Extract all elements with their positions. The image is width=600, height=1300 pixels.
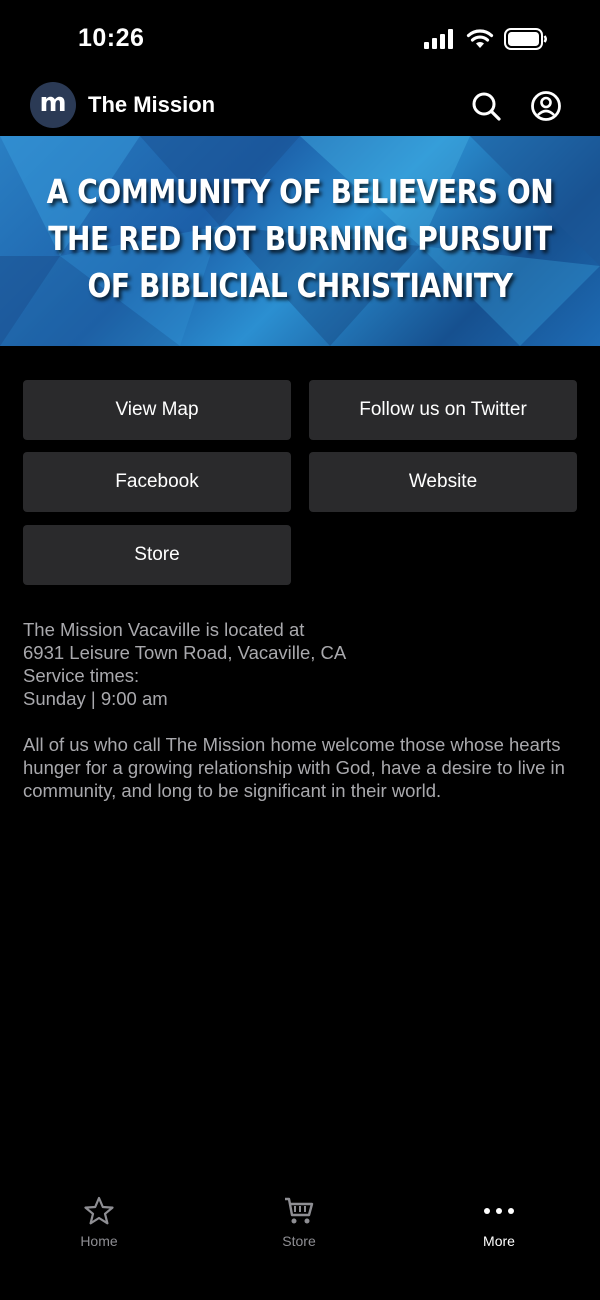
service-times-label: Service times: (23, 665, 140, 686)
app-header: m The Mission (0, 80, 600, 136)
service-time: Sunday | 9:00 am (23, 688, 168, 709)
status-time: 10:26 (78, 24, 145, 52)
profile-icon[interactable] (530, 90, 562, 122)
status-icons (424, 28, 548, 50)
banner-line-2: THE RED HOT BURNING PURSUIT (48, 219, 552, 258)
status-bar: 10:26 (0, 0, 600, 80)
app-title: The Mission (88, 92, 216, 117)
cart-icon (285, 1197, 314, 1224)
star-icon (84, 1196, 114, 1225)
signal-icon (424, 29, 453, 49)
twitter-button[interactable]: Follow us on Twitter (309, 380, 577, 440)
info-text: The Mission Vacaville is located at 6931… (23, 618, 583, 802)
location-intro: The Mission Vacaville is located at (23, 619, 305, 640)
store-button[interactable]: Store (23, 525, 291, 585)
tab-store[interactable]: Store (239, 1193, 359, 1249)
more-dots-icon (484, 1208, 514, 1214)
banner-line-1: A COMMUNITY OF BELIEVERS ON (46, 172, 554, 211)
battery-icon (504, 28, 547, 50)
tab-store-label: Store (282, 1233, 316, 1249)
website-button[interactable]: Website (309, 452, 577, 512)
facebook-button[interactable]: Facebook (23, 452, 291, 512)
tab-more[interactable]: More (439, 1193, 559, 1249)
search-icon[interactable] (470, 90, 502, 122)
tab-home-label: Home (80, 1233, 118, 1249)
wifi-icon (466, 29, 494, 48)
home-indicator (188, 1281, 414, 1287)
app-logo-letter: m (39, 88, 67, 118)
tab-home[interactable]: Home (39, 1193, 159, 1249)
view-map-button[interactable]: View Map (23, 380, 291, 440)
banner-line-3: OF BIBLICIAL CHRISTIANITY (87, 266, 513, 305)
hero-banner: A COMMUNITY OF BELIEVERS ON THE RED HOT … (0, 136, 600, 346)
app-logo: m (30, 82, 76, 128)
banner-headline: A COMMUNITY OF BELIEVERS ON THE RED HOT … (45, 168, 555, 309)
address: 6931 Leisure Town Road, Vacaville, CA (23, 642, 347, 663)
tab-more-label: More (483, 1233, 515, 1249)
welcome-paragraph: All of us who call The Mission home welc… (23, 734, 565, 801)
